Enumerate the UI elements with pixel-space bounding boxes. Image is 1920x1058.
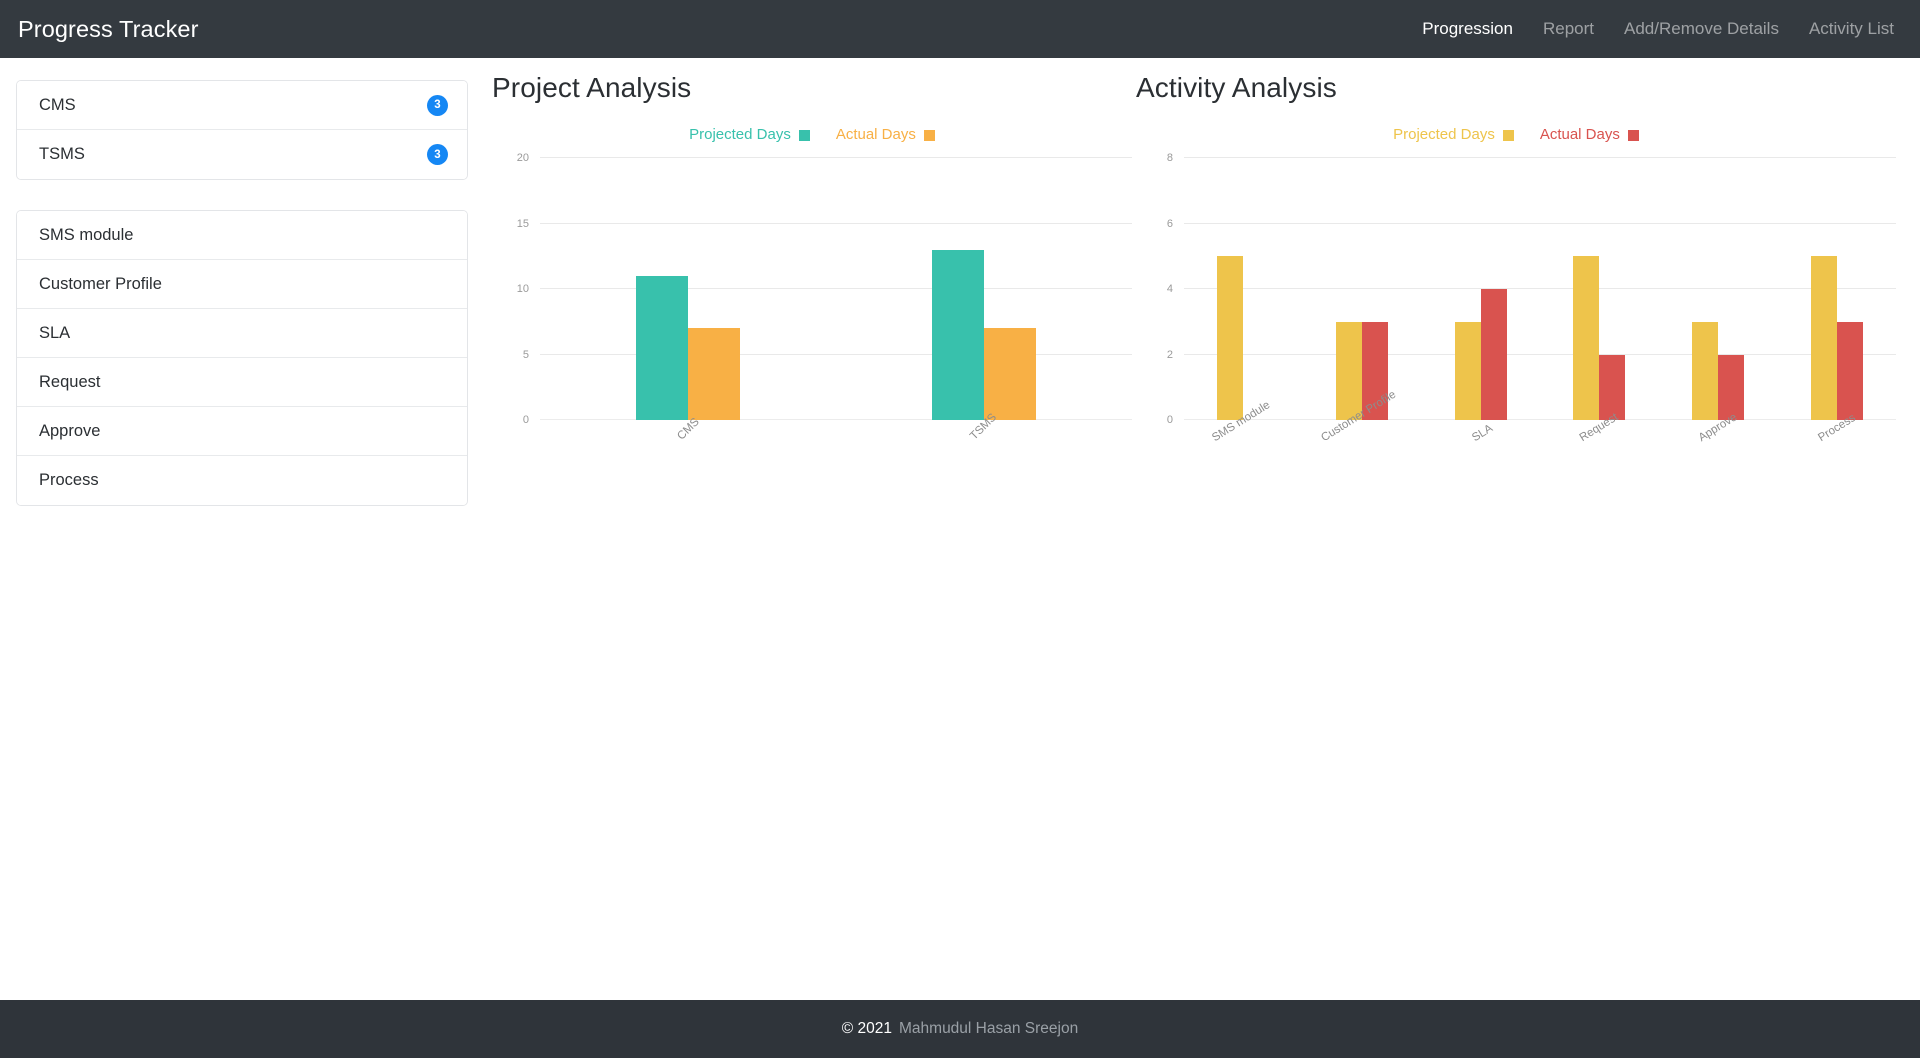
sidebar-item-sms-module[interactable]: SMS module <box>17 211 467 260</box>
chart-bar[interactable] <box>1836 321 1863 420</box>
legend-color-swatch-icon <box>798 129 810 141</box>
chart-bar[interactable] <box>1692 321 1719 420</box>
sidebar-item-label: CMS <box>39 95 76 114</box>
y-axis-tick-label: 2 <box>1166 348 1173 361</box>
bar-group <box>836 158 1132 420</box>
chart-bar[interactable] <box>1718 354 1745 420</box>
legend-label: Actual Days <box>835 125 916 143</box>
legend-label: Projected Days <box>689 125 791 143</box>
project-analysis-chart-panel: Project Analysis Projected Days Actual Da… <box>492 72 1132 484</box>
bar-group <box>1777 158 1896 420</box>
y-axis-tick-label: 4 <box>1166 283 1173 295</box>
project-list-card: CMS 3 TSMS 3 <box>16 80 468 180</box>
chart-bar[interactable] <box>1573 256 1600 420</box>
bar-group <box>1184 158 1303 420</box>
y-axis-tick-label: 10 <box>516 283 529 295</box>
chart-title: Project Analysis <box>492 72 692 103</box>
y-axis-tick-label: 0 <box>1166 414 1173 426</box>
sidebar-item-process[interactable]: Process <box>17 456 467 505</box>
chart-bar[interactable] <box>1217 256 1244 420</box>
y-axis-tick-label: 15 <box>516 217 529 230</box>
legend-color-swatch-icon <box>1627 129 1639 141</box>
status-badge: 3 <box>427 144 448 165</box>
sidebar-item-label: TSMS <box>39 145 85 163</box>
activity-list-card: SMS module Customer Profile SLA Request … <box>16 210 468 506</box>
chart-bars <box>540 158 1132 420</box>
x-axis-tick-label: CMS <box>675 415 702 443</box>
legend-item-projected-days[interactable]: Projected Days <box>689 126 810 143</box>
nav-link-activity-list[interactable]: Activity List <box>1809 19 1894 39</box>
chart-bar[interactable] <box>984 328 1036 420</box>
chart-x-axis-labels: SMS module Customer Profile SLA Request Appr… <box>1184 389 1896 484</box>
navbar-links: Progression Report Add/Remove Details Ac… <box>1422 19 1894 39</box>
status-badge: 3 <box>427 94 448 116</box>
footer-copyright: © 2021 <box>841 1020 892 1037</box>
x-axis-label-cell: SMS module <box>1184 399 1303 484</box>
chart-bar[interactable] <box>1336 321 1362 420</box>
bar-group <box>1303 158 1422 420</box>
y-axis-tick-label: 20 <box>516 152 529 164</box>
chart-bar[interactable] <box>1599 354 1626 420</box>
list-item-label: SLA <box>39 323 71 342</box>
app-brand-title[interactable]: Progress Tracker <box>18 16 199 43</box>
y-axis-tick-label: 8 <box>1166 152 1173 164</box>
legend-item-projected-days[interactable]: Projected Days <box>1393 126 1514 143</box>
x-axis-label-cell: Process <box>1777 412 1896 484</box>
sidebar-item-request[interactable]: Request <box>17 358 467 407</box>
legend-color-swatch-icon <box>1502 129 1514 141</box>
page-footer: © 2021 Mahmudul Hasan Sreejon <box>0 1000 1920 1058</box>
chart-bar[interactable] <box>636 275 688 420</box>
footer-author-name[interactable]: Mahmudul Hasan Sreejon <box>899 1020 1078 1038</box>
list-item-label: Process <box>39 471 99 489</box>
x-axis-label-cell: Approve <box>1659 411 1778 484</box>
chart-bar[interactable] <box>1454 321 1481 420</box>
nav-link-progression[interactable]: Progression <box>1422 19 1513 39</box>
chart-bars <box>1184 158 1896 420</box>
legend-label: Actual Days <box>1539 125 1620 143</box>
y-axis-tick-label: 5 <box>522 348 529 361</box>
sidebar-item-approve[interactable]: Approve <box>17 407 467 456</box>
chart-legend: Projected Days Actual Days <box>1136 122 1896 146</box>
nav-link-add-remove-details[interactable]: Add/Remove Details <box>1624 19 1779 39</box>
sidebar-item-tsms[interactable]: TSMS 3 <box>17 130 467 179</box>
bar-group <box>540 158 836 420</box>
list-item-label: Approve <box>39 421 101 440</box>
bar-group <box>1540 158 1659 420</box>
sidebar-item-customer-profile[interactable]: Customer Profile <box>17 260 467 309</box>
legend-color-swatch-icon <box>923 129 935 141</box>
y-axis-tick-label: 6 <box>1166 217 1173 230</box>
chart-x-axis-labels: CMS TSMS <box>540 411 1132 484</box>
activity-analysis-chart-panel: Activity Analysis Projected Days Actual D… <box>1136 72 1896 484</box>
x-axis-label-cell: CMS <box>540 416 836 484</box>
x-axis-label-cell: TSMS <box>836 411 1132 484</box>
list-item-label: Customer Profile <box>39 274 162 293</box>
chart-bar[interactable] <box>1810 256 1837 420</box>
chart-bar[interactable] <box>688 328 740 420</box>
chart-bar[interactable] <box>1480 289 1507 420</box>
x-axis-label-cell: SLA <box>1421 420 1540 484</box>
nav-link-report[interactable]: Report <box>1543 19 1594 39</box>
chart-title: Activity Analysis <box>1136 72 1337 103</box>
chart-plot-area: 0 5 10 15 20 <box>517 152 1132 426</box>
chart-bar[interactable] <box>932 249 984 420</box>
legend-item-actual-days[interactable]: Actual Days <box>1540 126 1639 143</box>
top-navbar: Progress Tracker Progression Report Add/… <box>0 0 1920 58</box>
sidebar-item-cms[interactable]: CMS 3 <box>17 81 467 130</box>
bar-group <box>1421 158 1540 420</box>
y-axis-tick-label: 0 <box>522 414 529 426</box>
x-axis-label-cell: Customer Profile <box>1303 389 1422 484</box>
sidebar-item-sla[interactable]: SLA <box>17 309 467 358</box>
bar-group <box>1659 158 1778 420</box>
chart-legend: Projected Days Actual Days <box>492 122 1132 146</box>
x-axis-tick-label: SLA <box>1469 422 1495 445</box>
legend-label: Projected Days <box>1393 125 1495 143</box>
sidebar: CMS 3 TSMS 3 SMS module Customer Profile… <box>16 80 468 506</box>
chart-plot-area: 0 2 4 6 8 <box>1167 152 1896 426</box>
x-axis-label-cell: Request <box>1540 411 1659 484</box>
legend-item-actual-days[interactable]: Actual Days <box>836 126 935 143</box>
list-item-label: SMS module <box>39 225 134 244</box>
list-item-label: Request <box>39 372 101 391</box>
